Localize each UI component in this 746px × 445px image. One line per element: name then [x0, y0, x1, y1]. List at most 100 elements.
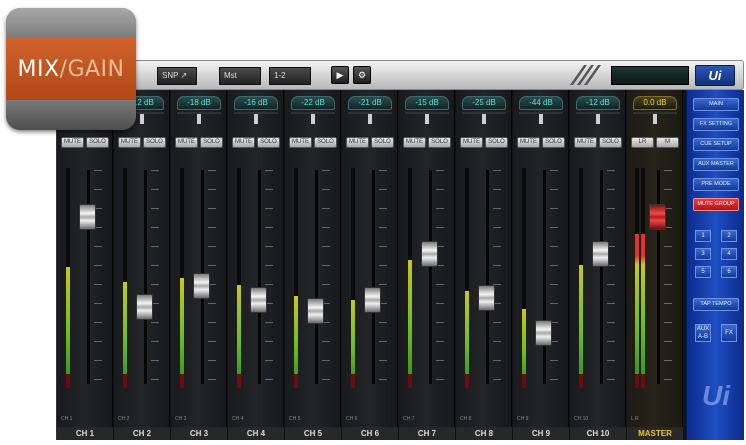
fader-track[interactable]: [372, 170, 375, 384]
level-meter: [180, 168, 184, 388]
tile-word-gain: GAIN: [67, 56, 125, 82]
solo-button[interactable]: SOLO: [371, 137, 394, 148]
panel-button-aux-master[interactable]: AUX MASTER: [693, 158, 739, 171]
window-grip[interactable]: [569, 65, 613, 85]
trim-handle[interactable]: [311, 114, 315, 124]
mute-button[interactable]: MUTE: [118, 137, 141, 148]
panel-button-mute-group[interactable]: MUTE GROUP: [693, 198, 739, 211]
assign-key[interactable]: 5: [695, 266, 711, 278]
trim-handle[interactable]: [425, 114, 429, 124]
channel-name[interactable]: CH 3: [171, 427, 227, 440]
mute-button[interactable]: MUTE: [346, 137, 369, 148]
solo-button[interactable]: SOLO: [542, 137, 565, 148]
fader-track[interactable]: [486, 170, 489, 384]
mute-button[interactable]: MUTE: [232, 137, 255, 148]
aux-ab-button[interactable]: AUX A-B: [695, 324, 711, 342]
tap-tempo-button[interactable]: TAP TEMPO: [693, 298, 739, 311]
channel-fader[interactable]: [364, 287, 381, 313]
channel-name[interactable]: CH 2: [114, 427, 170, 440]
gain-readout[interactable]: -21 dB: [348, 96, 392, 110]
channel-fader[interactable]: [592, 241, 609, 267]
gear-icon[interactable]: ⚙: [353, 66, 371, 84]
solo-button[interactable]: SOLO: [599, 137, 622, 148]
trim-handle[interactable]: [368, 114, 372, 124]
gain-readout[interactable]: -22 dB: [291, 96, 335, 110]
solo-button[interactable]: SOLO: [86, 137, 109, 148]
mix-gain-tile[interactable]: MIX / GAIN: [6, 8, 136, 130]
fader-track[interactable]: [543, 170, 546, 384]
solo-button[interactable]: SOLO: [200, 137, 223, 148]
channel-name[interactable]: CH 4: [228, 427, 284, 440]
channel-fader[interactable]: [193, 273, 210, 299]
assign-key[interactable]: 3: [695, 248, 711, 260]
gain-readout[interactable]: -16 dB: [234, 96, 278, 110]
mute-button[interactable]: MUTE: [403, 137, 426, 148]
mute-button[interactable]: MUTE: [289, 137, 312, 148]
fx-button[interactable]: FX: [721, 324, 737, 342]
level-meter: [465, 168, 469, 388]
gain-readout[interactable]: -15 dB: [405, 96, 449, 110]
trim-handle[interactable]: [254, 114, 258, 124]
tile-top-band: [6, 8, 136, 38]
channel-range-button[interactable]: 1-2: [269, 67, 311, 85]
snapshot-button[interactable]: SNP ↗: [157, 67, 197, 85]
gain-readout[interactable]: -12 dB: [576, 96, 620, 110]
fader-track[interactable]: [600, 170, 603, 384]
trim-handle[interactable]: [140, 114, 144, 124]
trim-handle[interactable]: [596, 114, 600, 124]
fader-track[interactable]: [429, 170, 432, 384]
assign-key[interactable]: 2: [721, 230, 737, 242]
channel-fader[interactable]: [79, 204, 96, 230]
trim-handle[interactable]: [482, 114, 486, 124]
assign-key[interactable]: 4: [721, 248, 737, 260]
solo-button[interactable]: SOLO: [428, 137, 451, 148]
trim-handle[interactable]: [539, 114, 543, 124]
channel-strip: -44 dB MUTE SOLO CH 9 CH 9: [513, 90, 569, 440]
play-icon[interactable]: ▶: [331, 66, 349, 84]
gain-readout[interactable]: -44 dB: [519, 96, 563, 110]
fader-track[interactable]: [657, 170, 660, 384]
channel-name[interactable]: CH 1: [57, 427, 113, 440]
channel-fader[interactable]: [250, 287, 267, 313]
assign-key[interactable]: 6: [721, 266, 737, 278]
gain-readout[interactable]: -18 dB: [177, 96, 221, 110]
fader-track[interactable]: [258, 170, 261, 384]
channel-name[interactable]: CH 7: [399, 427, 455, 440]
channel-name[interactable]: CH 10: [570, 427, 626, 440]
solo-button[interactable]: SOLO: [314, 137, 337, 148]
assign-key[interactable]: 1: [695, 230, 711, 242]
channel-fader[interactable]: [535, 320, 552, 346]
master-fader[interactable]: [649, 204, 666, 230]
master-mono-button[interactable]: M: [656, 137, 679, 148]
master-name[interactable]: MASTER: [627, 427, 683, 440]
mix-select-button[interactable]: Mst: [219, 67, 261, 85]
trim-handle[interactable]: [653, 114, 657, 124]
gain-readout[interactable]: -25 dB: [462, 96, 506, 110]
fader-track[interactable]: [144, 170, 147, 384]
channel-fader[interactable]: [307, 298, 324, 324]
channel-fader[interactable]: [136, 294, 153, 320]
trim-handle[interactable]: [197, 114, 201, 124]
panel-button-cue-setup[interactable]: CUE SETUP: [693, 138, 739, 151]
fader-track[interactable]: [87, 170, 90, 384]
channel-name[interactable]: CH 6: [342, 427, 398, 440]
channel-fader[interactable]: [478, 285, 495, 311]
channel-name[interactable]: CH 8: [456, 427, 512, 440]
channel-fader[interactable]: [421, 241, 438, 267]
solo-button[interactable]: SOLO: [257, 137, 280, 148]
master-lr-button[interactable]: LR: [631, 137, 654, 148]
fader-track[interactable]: [315, 170, 318, 384]
mute-button[interactable]: MUTE: [574, 137, 597, 148]
panel-button-fx-setting[interactable]: FX SETTING: [693, 118, 739, 131]
mute-button[interactable]: MUTE: [517, 137, 540, 148]
panel-button-main[interactable]: MAIN: [693, 98, 739, 111]
mute-button[interactable]: MUTE: [61, 137, 84, 148]
solo-button[interactable]: SOLO: [143, 137, 166, 148]
panel-button-pre-mode[interactable]: PRE MODE: [693, 178, 739, 191]
mute-button[interactable]: MUTE: [175, 137, 198, 148]
gain-readout[interactable]: 0.0 dB: [633, 96, 677, 110]
solo-button[interactable]: SOLO: [485, 137, 508, 148]
channel-name[interactable]: CH 5: [285, 427, 341, 440]
channel-name[interactable]: CH 9: [513, 427, 569, 440]
mute-button[interactable]: MUTE: [460, 137, 483, 148]
